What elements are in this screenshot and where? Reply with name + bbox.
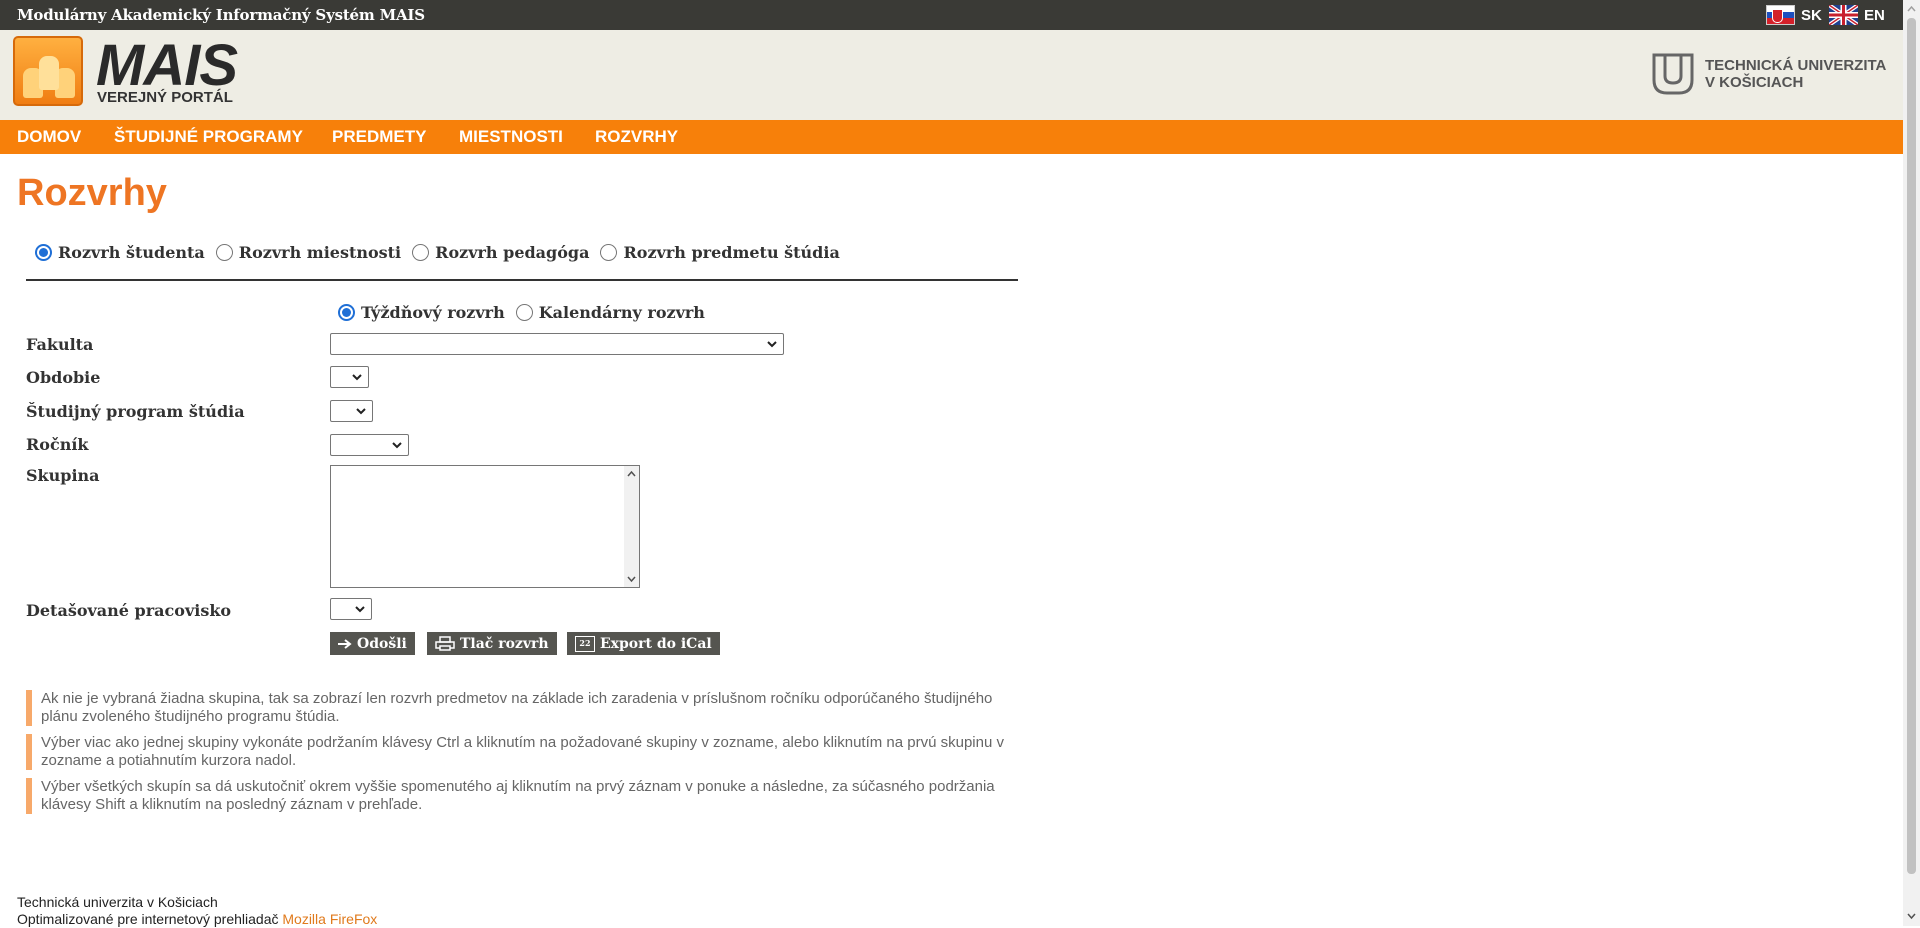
language-sk-link[interactable]: SK [1766,5,1822,25]
uk-flag-icon [1829,5,1858,25]
listbox-skupina[interactable] [330,465,640,588]
radio-subject-schedule[interactable] [600,244,618,261]
select-rocnik[interactable] [330,434,409,456]
site-header: MAIS VEREJNÝ PORTÁL TECHNICKÁ UNIVERZITA… [0,30,1903,120]
radio-label-calendar[interactable]: Kalendárny rozvrh [539,303,705,322]
radio-label-student[interactable]: Rozvrh študenta [58,243,205,262]
info-note-3: Výber všetkých skupín sa dá uskutočniť o… [26,778,1018,814]
arrow-right-icon [338,638,352,649]
chevron-down-icon [352,374,362,381]
send-button-label: Odošli [357,635,407,652]
radio-label-subject[interactable]: Rozvrh predmetu štúdia [623,243,839,262]
select-detasovane-pracovisko[interactable] [330,598,372,620]
label-detasovane-pracovisko: Detašované pracovisko [26,601,232,620]
export-ical-button[interactable]: 22 Export do iCal [567,632,720,655]
scroll-down-icon[interactable] [1907,912,1916,920]
calendar-icon: 22 [575,635,595,652]
page-scrollbar-thumb[interactable] [1907,18,1916,874]
chevron-down-icon [356,408,366,415]
info-note-2: Výber viac ako jednej skupiny vykonáte p… [26,734,1018,770]
radio-label-weekly[interactable]: Týždňový rozvrh [361,303,505,322]
portal-label: VEREJNÝ PORTÁL [97,89,233,106]
nav-item-predmety[interactable]: PREDMETY [332,127,426,147]
section-divider [26,279,1018,281]
scroll-up-icon[interactable] [627,470,636,478]
label-skupina: Skupina [26,466,100,485]
view-type-group: Týždňový rozvrh Kalendárny rozvrh [338,303,716,322]
radio-teacher-schedule[interactable] [412,244,430,261]
label-rocnik: Ročník [26,435,89,454]
select-fakulta[interactable] [330,333,784,355]
nav-item-miestnosti[interactable]: MIESTNOSTI [459,127,563,147]
radio-student-schedule[interactable] [35,244,52,261]
university-name: TECHNICKÁ UNIVERZITA V KOŠICIACH [1705,57,1886,91]
slovak-flag-icon [1766,5,1795,25]
tuke-logo-icon[interactable] [1651,52,1695,96]
label-obdobie: Obdobie [26,368,101,387]
radio-room-schedule[interactable] [215,244,233,261]
nav-item-rozvrhy[interactable]: ROZVRHY [595,127,678,147]
language-sk-label: SK [1801,6,1822,24]
select-studijny-program[interactable] [330,400,373,422]
scroll-down-icon[interactable] [627,575,636,583]
print-button[interactable]: Tlač rozvrh [427,632,557,655]
chevron-down-icon [767,341,777,348]
radio-label-teacher[interactable]: Rozvrh pedagóga [435,243,589,262]
system-topbar: Modulárny Akademický Informačný Systém M… [0,0,1903,30]
radio-weekly-schedule[interactable] [338,304,355,321]
info-note-1: Ak nie je vybraná žiadna skupina, tak sa… [26,690,1018,726]
footer-firefox-link[interactable]: Mozilla FireFox [282,911,377,927]
print-button-label: Tlač rozvrh [460,635,549,652]
university-name-line2: V KOŠICIACH [1705,74,1804,91]
footer-university: Technická univerzita v Košiciach [17,894,218,910]
select-obdobie[interactable] [330,366,369,388]
calendar-icon-day: 22 [579,637,591,648]
language-en-link[interactable]: EN [1829,5,1885,25]
printer-icon [435,636,455,651]
mais-logo-icon[interactable] [13,36,83,106]
nav-item-domov[interactable]: DOMOV [17,127,81,147]
page-title: Rozvrhy [17,172,167,214]
listbox-scrollbar[interactable] [624,466,639,587]
nav-item-studijne-programy[interactable]: ŠTUDIJNÉ PROGRAMY [114,127,303,147]
page-footer: Technická univerzita v Košiciach Optimal… [17,894,377,928]
scroll-up-icon[interactable] [1907,5,1916,13]
export-ical-button-label: Export do iCal [600,635,712,652]
footer-browser-prefix: Optimalizované pre internetový prehliada… [17,911,283,927]
chevron-down-icon [392,442,402,449]
page-scrollbar[interactable] [1903,0,1920,926]
main-navigation: DOMOV ŠTUDIJNÉ PROGRAMY PREDMETY MIESTNO… [0,120,1903,154]
label-fakulta: Fakulta [26,335,94,354]
radio-label-room[interactable]: Rozvrh miestnosti [239,243,401,262]
footer-browser-note: Optimalizované pre internetový prehliada… [17,911,377,928]
university-name-line1: TECHNICKÁ UNIVERZITA [1705,57,1887,74]
system-title: Modulárny Akademický Informačný Systém M… [17,6,425,24]
radio-calendar-schedule[interactable] [515,304,533,321]
schedule-type-group: Rozvrh študenta Rozvrh miestnosti Rozvrh… [35,243,851,262]
label-studijny-program: Študijný program štúdia [26,402,245,421]
language-en-label: EN [1864,6,1885,24]
chevron-down-icon [355,606,365,613]
send-button[interactable]: Odošli [330,632,415,655]
